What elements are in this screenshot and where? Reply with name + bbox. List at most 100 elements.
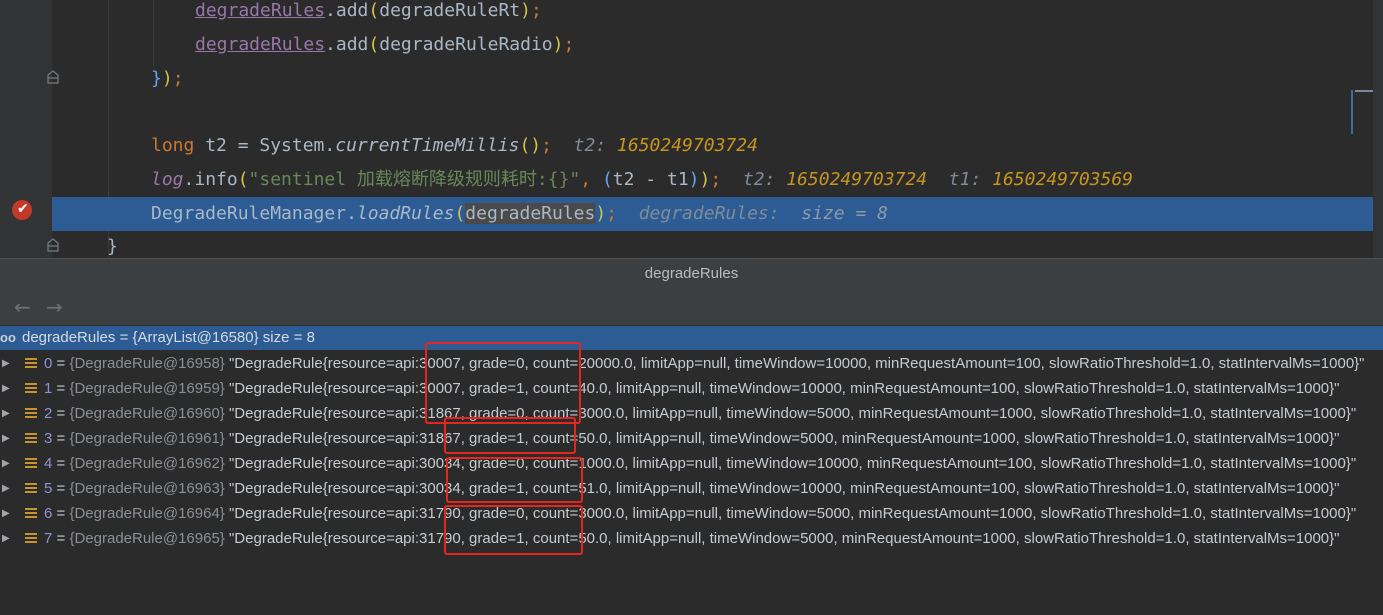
list-element-icon	[25, 358, 37, 369]
code-token: 1650249703569	[992, 169, 1134, 190]
code-editor[interactable]: degradeRules.add(degradeRuleRt); degrade…	[0, 0, 1383, 258]
code-token: (	[368, 34, 380, 55]
code-token: degradeRules:	[617, 203, 802, 224]
code-token: (	[454, 203, 466, 224]
code-token: t2 - t1	[612, 169, 689, 190]
scroll-marker-tick	[1355, 90, 1373, 92]
expand-arrow-icon[interactable]: ▶	[2, 376, 10, 401]
code-token: t2 = System.	[205, 135, 336, 156]
row-content: 0 = {DegradeRule@16958} "DegradeRule{res…	[44, 355, 1365, 372]
scroll-marker	[1351, 90, 1353, 134]
row-content: 6 = {DegradeRule@16964} "DegradeRule{res…	[44, 505, 1357, 522]
tree-row[interactable]: ▶ 6 = {DegradeRule@16964} "DegradeRule{re…	[0, 501, 1383, 526]
row-content: 7 = {DegradeRule@16965} "DegradeRule{res…	[44, 530, 1340, 547]
code-line-8[interactable]: }	[0, 230, 1373, 258]
code-text: long t2 = System.currentTimeMillis(); t2…	[151, 129, 758, 163]
code-line-6[interactable]: log.info("sentinel 加载熔断降级规则耗时:{}", (t2 -…	[0, 163, 1373, 197]
breakpoint-icon[interactable]: ✔	[12, 200, 32, 220]
code-token: ;	[710, 169, 722, 190]
annotation-box	[425, 342, 581, 424]
tree-row[interactable]: ▶ 5 = {DegradeRule@16963} "DegradeRule{re…	[0, 476, 1383, 501]
code-token: }	[151, 68, 162, 89]
code-token: degradeRules	[195, 34, 326, 55]
code-token: (	[601, 169, 613, 190]
list-element-icon	[25, 458, 37, 469]
row-content: 4 = {DegradeRule@16962} "DegradeRule{res…	[44, 455, 1357, 472]
item-value: "DegradeRule{resource=api:31790, grade=0…	[228, 505, 1357, 522]
code-token: )	[699, 169, 711, 190]
debug-panel-header: degradeRules	[0, 258, 1383, 289]
code-token: .add	[325, 0, 369, 21]
tree-root-row[interactable]: oo degradeRules = {ArrayList@16580} size…	[0, 326, 1383, 350]
code-token: )	[520, 0, 531, 21]
annotation-box	[444, 417, 576, 454]
code-token: size = 8	[801, 203, 888, 224]
code-token: DegradeRuleManager.	[151, 203, 357, 224]
code-line-1[interactable]: degradeRules.add(degradeRuleRt);	[0, 0, 1373, 28]
list-element-icon	[25, 483, 37, 494]
expand-arrow-icon[interactable]: ▶	[2, 501, 10, 526]
back-arrow-icon[interactable]: ←	[14, 295, 31, 319]
current-execution-line[interactable]: DegradeRuleManager.loadRules(degradeRule…	[52, 197, 1373, 231]
code-token: degradeRuleRt	[379, 0, 521, 21]
object-id: {DegradeRule@16959}	[69, 380, 225, 397]
tree-row[interactable]: ▶ 2 = {DegradeRule@16960} "DegradeRule{re…	[0, 401, 1383, 426]
list-element-icon	[25, 533, 37, 544]
list-element-icon	[25, 433, 37, 444]
tree-row[interactable]: ▶ 1 = {DegradeRule@16959} "DegradeRule{re…	[0, 376, 1383, 401]
row-content: 1 = {DegradeRule@16959} "DegradeRule{res…	[44, 380, 1340, 397]
expand-arrow-icon[interactable]: ▶	[2, 401, 10, 426]
code-token: )	[552, 34, 564, 55]
object-id: {DegradeRule@16963}	[69, 480, 225, 497]
expand-arrow-icon[interactable]: ▶	[2, 426, 10, 451]
forward-arrow-icon[interactable]: →	[46, 295, 63, 319]
expand-arrow-icon[interactable]: ▶	[2, 351, 10, 376]
code-token: t2:	[721, 169, 787, 190]
tree-row[interactable]: ▶ 7 = {DegradeRule@16965} "DegradeRule{re…	[0, 526, 1383, 551]
fold-icon[interactable]	[47, 238, 59, 252]
fold-icon[interactable]	[47, 70, 59, 84]
expand-arrow-icon[interactable]: ▶	[2, 451, 10, 476]
code-token: ;	[541, 135, 552, 156]
code-token: log	[151, 169, 184, 190]
tree-row[interactable]: ▶ 0 = {DegradeRule@16958} "DegradeRule{re…	[0, 351, 1383, 376]
annotation-box	[444, 505, 583, 555]
code-text: DegradeRuleManager.loadRules(degradeRule…	[151, 197, 888, 231]
watch-icon: oo	[0, 330, 16, 345]
tree-row[interactable]: ▶ 4 = {DegradeRule@16962} "DegradeRule{re…	[0, 451, 1383, 476]
list-element-icon	[25, 508, 37, 519]
annotation-box	[446, 457, 583, 503]
object-id: {DegradeRule@16964}	[69, 505, 225, 522]
code-line-5[interactable]: long t2 = System.currentTimeMillis(); t2…	[0, 129, 1373, 163]
code-line-4[interactable]	[0, 96, 1373, 130]
code-token: )	[595, 203, 607, 224]
code-token: ;	[530, 0, 542, 21]
code-token: degradeRules	[465, 203, 596, 224]
variables-tree[interactable]: oo degradeRules = {ArrayList@16580} size…	[0, 326, 1383, 615]
expand-arrow-icon[interactable]: ▶	[2, 476, 10, 501]
item-value: "DegradeRule{resource=api:31790, grade=1…	[228, 530, 1340, 547]
code-token: (	[368, 0, 380, 21]
expand-arrow-icon[interactable]: ▶	[2, 526, 10, 551]
editor-scrollbar[interactable]	[1373, 0, 1383, 258]
debug-nav-toolbar: ← →	[0, 289, 1383, 326]
code-token: )	[161, 68, 173, 89]
object-id: {DegradeRule@16965}	[69, 530, 225, 547]
item-value: "DegradeRule{resource=api:30007, grade=1…	[228, 380, 1340, 397]
row-content: 3 = {DegradeRule@16961} "DegradeRule{res…	[44, 430, 1340, 447]
list-element-icon	[25, 408, 37, 419]
code-text: log.info("sentinel 加载熔断降级规则耗时:{}", (t2 -…	[151, 163, 1133, 197]
code-line-2[interactable]: degradeRules.add(degradeRuleRadio);	[0, 28, 1373, 62]
object-id: {DegradeRule@16958}	[69, 355, 225, 372]
code-text: });	[151, 62, 184, 96]
code-line-3[interactable]: });	[0, 62, 1373, 96]
tree-row[interactable]: ▶ 3 = {DegradeRule@16961} "DegradeRule{re…	[0, 426, 1383, 451]
object-id: {DegradeRule@16960}	[69, 405, 225, 422]
item-value: "DegradeRule{resource=api:31867, grade=1…	[228, 430, 1340, 447]
check-icon: ✔	[17, 201, 29, 217]
code-token: (	[237, 169, 249, 190]
object-id: {DegradeRule@16962}	[69, 455, 225, 472]
code-token: ;	[563, 34, 575, 55]
row-content: 2 = {DegradeRule@16960} "DegradeRule{res…	[44, 405, 1357, 422]
row-content: 5 = {DegradeRule@16963} "DegradeRule{res…	[44, 480, 1340, 497]
